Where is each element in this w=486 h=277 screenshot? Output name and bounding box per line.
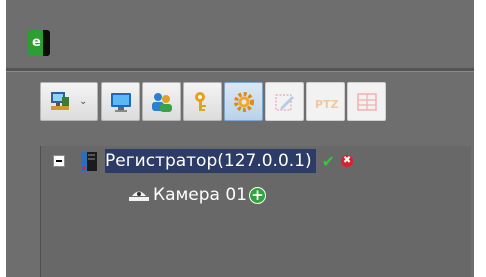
camera-icon (129, 191, 149, 201)
edit-button[interactable] (265, 82, 304, 121)
app-window: e ⌄ PTZ Регистратор(127.0.0.1) ✔ ✖ Камер… (6, 0, 474, 277)
camera-label: Камера 01 (153, 185, 248, 205)
key-icon (195, 92, 206, 111)
key-button[interactable] (183, 82, 222, 121)
error-icon: ✖ (341, 155, 354, 167)
users-icon (152, 93, 172, 112)
title-bar: e (6, 0, 474, 64)
users-button[interactable] (142, 82, 181, 121)
layout-icon (357, 93, 377, 111)
checkmark-icon: ✔ (321, 151, 336, 171)
chevron-down-icon: ⌄ (79, 96, 88, 107)
network-computer-icon (51, 92, 69, 110)
gear-icon (234, 92, 254, 112)
ptz-icon: PTZ (315, 98, 338, 111)
network-dropdown-button[interactable]: ⌄ (40, 82, 98, 121)
device-tree: Регистратор(127.0.0.1) ✔ ✖ Камера 01 + (40, 146, 471, 277)
ptz-button[interactable]: PTZ (306, 82, 345, 121)
collapse-toggle[interactable] (53, 155, 65, 167)
monitor-icon (111, 93, 131, 112)
monitor-button[interactable] (101, 82, 140, 121)
divider-highlight (6, 71, 474, 72)
settings-button[interactable] (224, 82, 263, 121)
layout-button[interactable] (347, 82, 386, 121)
tree-node-recorder[interactable]: Регистратор(127.0.0.1) ✔ ✖ (53, 148, 354, 174)
svg-text:PTZ: PTZ (315, 98, 338, 111)
recorder-label: Регистратор(127.0.0.1) (105, 149, 316, 173)
edit-icon (275, 94, 294, 111)
add-icon[interactable]: + (249, 186, 267, 204)
tree-node-camera[interactable]: Камера 01 + (127, 182, 267, 208)
app-logo: e (28, 30, 50, 56)
server-icon (81, 152, 97, 171)
